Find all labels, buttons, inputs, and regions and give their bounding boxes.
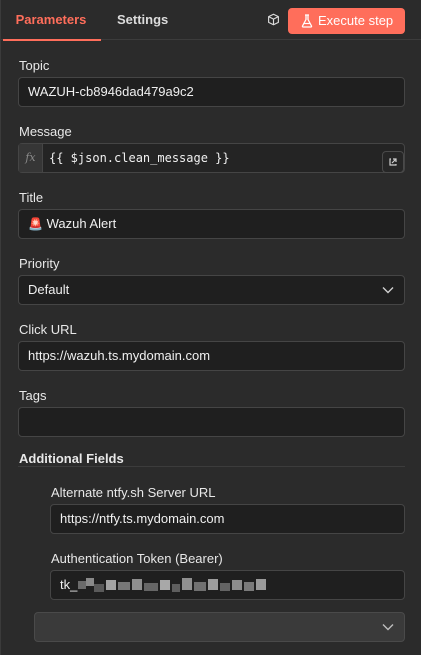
expression-fx-icon: fx: [19, 144, 43, 172]
priority-value: Default: [28, 282, 70, 297]
title-label: Title: [19, 190, 44, 205]
tab-parameters[interactable]: Parameters: [1, 0, 101, 41]
auth-token-label: Authentication Token (Bearer): [51, 551, 223, 566]
tabs-bar: Parameters Settings Execute step: [1, 0, 421, 41]
title-value: Wazuh Alert: [46, 216, 117, 231]
additional-fields-title: Additional Fields: [19, 451, 124, 466]
message-value: {{ $json.clean_message }}: [49, 151, 230, 165]
redacted-token-blur: [78, 578, 266, 592]
add-field-select[interactable]: [34, 612, 405, 642]
cube-icon[interactable]: [267, 13, 280, 26]
alt-server-url-input[interactable]: https://ntfy.ts.mydomain.com: [50, 504, 405, 534]
auth-token-value: tk_: [60, 577, 78, 592]
message-expression-input[interactable]: fx {{ $json.clean_message }}: [18, 143, 405, 173]
expand-editor-button[interactable]: [382, 151, 404, 173]
alt-server-url-value: https://ntfy.ts.mydomain.com: [60, 511, 225, 526]
message-label: Message: [19, 124, 72, 139]
click-url-value: https://wazuh.ts.mydomain.com: [28, 348, 211, 363]
execute-step-button[interactable]: Execute step: [288, 8, 405, 34]
click-url-label: Click URL: [19, 322, 77, 337]
tab-parameters-label: Parameters: [15, 12, 87, 27]
section-divider: [18, 466, 405, 467]
tab-settings[interactable]: Settings: [117, 0, 168, 40]
active-tab-indicator: [3, 39, 101, 41]
chevron-down-icon: [382, 287, 394, 294]
node-parameters-panel: Parameters Settings Execute step Topic W…: [0, 0, 421, 655]
tags-input[interactable]: [18, 407, 405, 437]
title-input[interactable]: 🚨 Wazuh Alert: [18, 209, 405, 239]
alt-server-url-label: Alternate ntfy.sh Server URL: [51, 485, 216, 500]
click-url-input[interactable]: https://wazuh.ts.mydomain.com: [18, 341, 405, 371]
topic-value: WAZUH-cb8946dad479a9c2: [28, 84, 194, 99]
siren-emoji: 🚨: [28, 217, 43, 231]
priority-select[interactable]: Default: [18, 275, 405, 305]
priority-label: Priority: [19, 256, 60, 271]
topic-input[interactable]: WAZUH-cb8946dad479a9c2: [18, 77, 405, 107]
flask-icon: [301, 14, 313, 28]
topic-label: Topic: [19, 58, 50, 73]
auth-token-input[interactable]: tk_: [50, 570, 405, 600]
expand-icon: [389, 158, 397, 166]
tags-label: Tags: [19, 388, 47, 403]
chevron-down-icon: [382, 624, 394, 631]
execute-step-label: Execute step: [318, 13, 394, 28]
